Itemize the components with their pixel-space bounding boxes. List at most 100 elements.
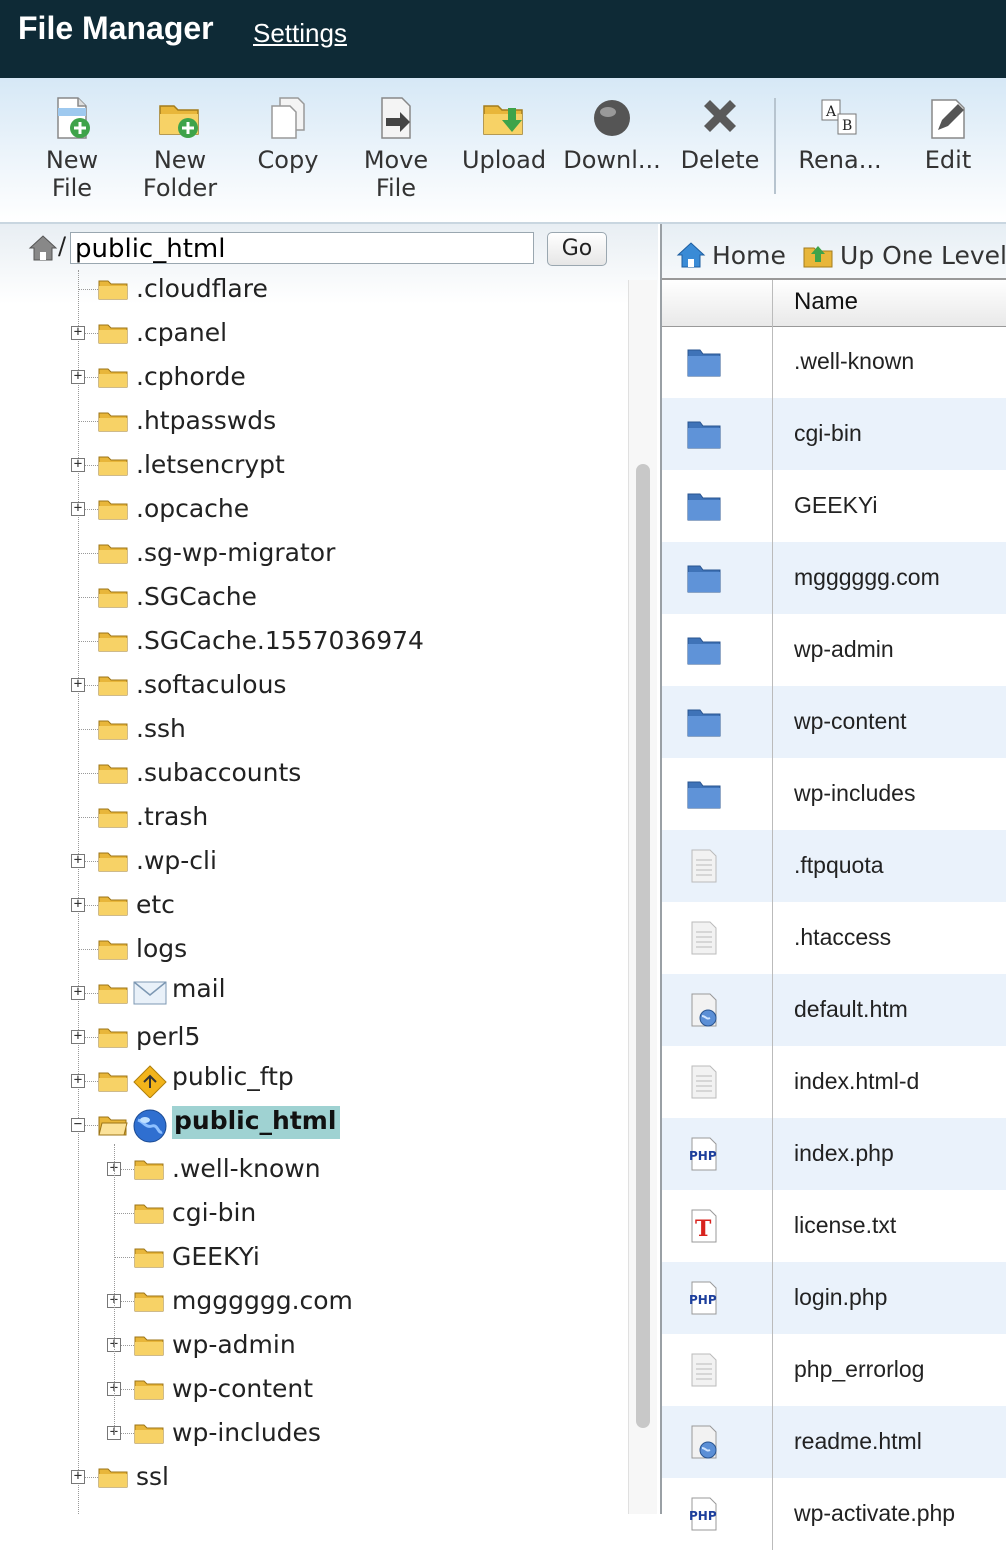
tree-item-label[interactable]: .letsencrypt <box>136 450 285 479</box>
tree-item-label[interactable]: .SGCache.1557036974 <box>136 626 424 655</box>
tree-item[interactable]: + .opcache <box>0 490 628 530</box>
tree-item-label[interactable]: cgi-bin <box>172 1198 256 1227</box>
file-name[interactable]: mgggggg.com <box>794 564 940 591</box>
collapse-icon[interactable]: − <box>71 1117 85 1132</box>
file-row[interactable]: PHP wp-activate.php <box>662 1478 1006 1550</box>
go-button[interactable]: Go <box>547 232 607 266</box>
tree-item-label[interactable]: .cpanel <box>136 318 227 347</box>
tree-item[interactable]: .SGCache <box>0 578 628 618</box>
file-name[interactable]: cgi-bin <box>794 420 862 447</box>
tree-item-label[interactable]: .trash <box>136 802 208 831</box>
tree-item[interactable]: .SGCache.1557036974 <box>0 622 628 662</box>
tree-item-label[interactable]: .subaccounts <box>136 758 301 787</box>
file-name[interactable]: wp-includes <box>794 780 915 807</box>
expand-icon[interactable]: + <box>71 457 85 472</box>
tree-item-label[interactable]: GEEKYi <box>172 1242 260 1271</box>
file-name[interactable]: .well-known <box>794 348 914 375</box>
tree-scrollbar-thumb[interactable] <box>636 464 650 1428</box>
tree-item[interactable]: cgi-bin <box>0 1194 628 1234</box>
expand-icon[interactable]: + <box>71 501 85 516</box>
new-file-button[interactable]: New File <box>40 96 104 202</box>
tree-item-label[interactable]: logs <box>136 934 187 963</box>
tree-item-label[interactable]: .htpasswds <box>136 406 276 435</box>
file-row[interactable]: .htaccess <box>662 902 1006 974</box>
tree-item[interactable]: + .softaculous <box>0 666 628 706</box>
expand-icon[interactable]: + <box>71 985 85 1000</box>
tree-item-label[interactable]: .cphorde <box>136 362 246 391</box>
upload-button[interactable]: Upload <box>460 96 548 174</box>
file-name[interactable]: license.txt <box>794 1212 896 1239</box>
tree-item[interactable]: .trash <box>0 798 628 838</box>
expand-icon[interactable]: + <box>71 369 85 384</box>
file-row[interactable]: cgi-bin <box>662 398 1006 470</box>
tree-item-label[interactable]: .SGCache <box>136 582 257 611</box>
file-row[interactable]: mgggggg.com <box>662 542 1006 614</box>
tree-item[interactable]: + wp-includes <box>0 1414 628 1454</box>
file-row[interactable]: default.htm <box>662 974 1006 1046</box>
tree-item-label[interactable]: etc <box>136 890 175 919</box>
file-row[interactable]: PHP index.php <box>662 1118 1006 1190</box>
tree-item-label[interactable]: wp-includes <box>172 1418 321 1447</box>
tree-item-label[interactable]: perl5 <box>136 1022 200 1051</box>
file-row[interactable]: wp-includes <box>662 758 1006 830</box>
tree-item[interactable]: .htpasswds <box>0 402 628 442</box>
file-row[interactable]: index.html-d <box>662 1046 1006 1118</box>
expand-icon[interactable]: + <box>71 325 85 340</box>
tree-item[interactable]: − public_html <box>0 1106 628 1146</box>
expand-icon[interactable]: + <box>71 1073 85 1088</box>
tree-item-label[interactable]: .sg-wp-migrator <box>136 538 335 567</box>
file-name[interactable]: GEEKYi <box>794 492 878 519</box>
tree-item-label[interactable]: mgggggg.com <box>172 1286 353 1315</box>
file-name[interactable]: wp-admin <box>794 636 894 663</box>
tree-item[interactable]: .cloudflare <box>0 270 628 310</box>
tree-item-label[interactable]: public_ftp <box>172 1062 294 1091</box>
file-row[interactable]: .ftpquota <box>662 830 1006 902</box>
home-button[interactable]: Home <box>676 240 786 270</box>
file-row[interactable]: readme.html <box>662 1406 1006 1478</box>
path-input[interactable]: public_html <box>70 232 534 264</box>
tree-item[interactable]: .ssh <box>0 710 628 750</box>
tree-item[interactable]: + public_ftp <box>0 1062 628 1102</box>
file-name[interactable]: default.htm <box>794 996 908 1023</box>
up-one-level-button[interactable]: Up One Level <box>802 240 1006 270</box>
tree-item[interactable]: logs <box>0 930 628 970</box>
tree-item[interactable]: + .well-known <box>0 1150 628 1190</box>
rename-button[interactable]: A B Rena... <box>798 96 882 174</box>
name-column-header[interactable]: Name <box>794 288 858 316</box>
tree-item[interactable]: + mail <box>0 974 628 1014</box>
tree-item-label[interactable]: wp-content <box>172 1374 313 1403</box>
copy-button[interactable]: Copy <box>256 96 320 174</box>
tree-item-label[interactable]: .wp-cli <box>136 846 217 875</box>
download-button[interactable]: Downl... <box>562 96 662 174</box>
tree-item[interactable]: + .letsencrypt <box>0 446 628 486</box>
tree-item[interactable]: + wp-admin <box>0 1326 628 1366</box>
settings-link[interactable]: Settings <box>253 18 347 49</box>
new-folder-button[interactable]: New Folder <box>140 96 220 202</box>
expand-icon[interactable]: + <box>71 1469 85 1484</box>
tree-item[interactable]: + etc <box>0 886 628 926</box>
file-name[interactable]: index.php <box>794 1140 894 1167</box>
file-name[interactable]: index.html-d <box>794 1068 919 1095</box>
tree-item[interactable]: + ssl <box>0 1458 628 1498</box>
file-name[interactable]: .ftpquota <box>794 852 884 879</box>
file-name[interactable]: php_errorlog <box>794 1356 924 1383</box>
tree-item-label[interactable]: mail <box>172 974 226 1003</box>
file-row[interactable]: PHP login.php <box>662 1262 1006 1334</box>
tree-item-label[interactable]: .softaculous <box>136 670 286 699</box>
tree-item[interactable]: + .cphorde <box>0 358 628 398</box>
tree-item-label[interactable]: wp-admin <box>172 1330 296 1359</box>
tree-item[interactable]: + mgggggg.com <box>0 1282 628 1322</box>
move-file-button[interactable]: Move File <box>362 96 430 202</box>
delete-button[interactable]: Delete <box>678 96 762 174</box>
file-name[interactable]: .htaccess <box>794 924 891 951</box>
tree-item[interactable]: .subaccounts <box>0 754 628 794</box>
tree-item-label[interactable]: ssl <box>136 1462 169 1491</box>
expand-icon[interactable]: + <box>71 1029 85 1044</box>
file-row[interactable]: Tlicense.txt <box>662 1190 1006 1262</box>
file-row[interactable]: .well-known <box>662 326 1006 398</box>
expand-icon[interactable]: + <box>71 897 85 912</box>
expand-icon[interactable]: + <box>71 853 85 868</box>
home-path-icon[interactable] <box>28 232 58 262</box>
file-name[interactable]: login.php <box>794 1284 887 1311</box>
tree-item[interactable]: + .cpanel <box>0 314 628 354</box>
